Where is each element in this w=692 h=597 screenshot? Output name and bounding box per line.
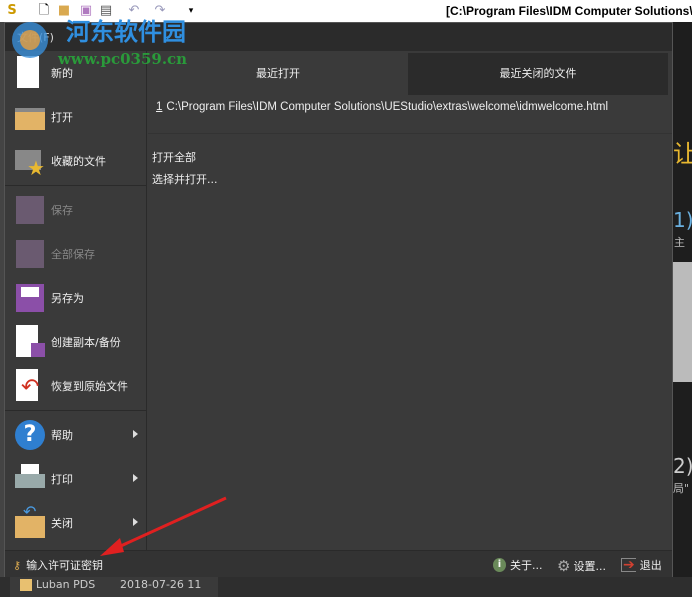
license-key-label: 输入许可证密钥	[26, 559, 104, 572]
title-bar: S 🗋 ■ ▣ ▤ ↶ ↷ ▾ [C:\Program Files\IDM Co…	[0, 0, 692, 22]
menu-footer: ⚷ 输入许可证密钥 i 关于... ⚙ 设置... ➔ 退出	[5, 550, 672, 577]
settings-label: 设置...	[573, 560, 606, 573]
sidebar-item-favorites[interactable]: ★ 收藏的文件	[5, 139, 146, 183]
print-icon[interactable]: ▤	[98, 3, 114, 19]
sidebar-item-label: 打印	[51, 473, 73, 486]
exit-label: 退出	[639, 559, 662, 572]
exit-button[interactable]: ➔ 退出	[621, 557, 662, 573]
sidebar-item-save-all[interactable]: 全部保存	[5, 232, 146, 276]
recent-file-item[interactable]: 1 C:\Program Files\IDM Computer Solutions…	[156, 101, 608, 113]
select-open-link[interactable]: 选择并打开...	[152, 171, 218, 187]
tab-recent-closed[interactable]: 最近关闭的文件	[408, 53, 668, 95]
divider	[148, 133, 672, 134]
file-list: Luban PDS 2018-07-26 11	[0, 577, 692, 597]
close-folder-icon: ↶	[13, 502, 47, 540]
menu-sidebar: 新的 打开 ★ 收藏的文件 保存 全部保存 另存为 创建副本/备份 ↶ 恢复到原始文…	[5, 51, 147, 551]
sidebar-item-revert[interactable]: ↶ 恢复到原始文件	[5, 364, 146, 408]
customize-toolbar-icon[interactable]: ▾	[186, 3, 196, 19]
settings-button[interactable]: ⚙ 设置...	[557, 557, 606, 575]
sidebar-item-label: 保存	[51, 204, 73, 217]
sidebar-item-label: 关闭	[51, 517, 73, 530]
window-title: [C:\Program Files\IDM Computer Solutions…	[446, 4, 692, 18]
editor-image	[673, 262, 692, 382]
sidebar-item-label: 帮助	[51, 429, 73, 442]
sidebar-item-save[interactable]: 保存	[5, 188, 146, 232]
editor-background: 让 1) "主 2) 局"	[673, 22, 692, 577]
submenu-arrow-icon	[133, 474, 138, 482]
editor-text: 局"	[673, 482, 690, 495]
sidebar-item-save-as[interactable]: 另存为	[5, 276, 146, 320]
sidebar-item-new[interactable]: 新的	[5, 51, 146, 95]
info-icon: i	[493, 558, 506, 572]
print-icon	[13, 462, 47, 496]
file-list-pane: Luban PDS 2018-07-26 11	[10, 577, 218, 597]
favorites-icon: ★	[13, 144, 47, 180]
save-icon[interactable]: ▣	[78, 3, 94, 19]
editor-text: 2)	[673, 454, 692, 478]
redo-icon[interactable]: ↷	[152, 3, 168, 19]
save-as-icon	[13, 281, 47, 315]
about-button[interactable]: i 关于...	[493, 557, 543, 573]
folder-icon	[20, 579, 32, 591]
open-folder-icon	[13, 100, 47, 134]
file-date: 2018-07-26 11	[120, 578, 202, 591]
undo-icon[interactable]: ↶	[126, 3, 142, 19]
gear-icon: ⚙	[557, 557, 571, 575]
sidebar-item-backup[interactable]: 创建副本/备份	[5, 320, 146, 364]
sidebar-item-label: 恢复到原始文件	[51, 380, 128, 393]
submenu-arrow-icon	[133, 430, 138, 438]
new-file-icon	[13, 56, 47, 90]
sidebar-item-close[interactable]: ↶ 关闭	[5, 501, 146, 545]
sidebar-item-label: 收藏的文件	[51, 155, 106, 168]
recent-file-path: C:\Program Files\IDM Computer Solutions\…	[166, 101, 609, 113]
save-all-icon	[13, 237, 47, 271]
editor-text: 1)	[673, 208, 692, 232]
revert-icon: ↶	[13, 369, 47, 403]
divider	[5, 185, 146, 186]
sidebar-item-label: 打开	[51, 111, 73, 124]
app-logo-icon[interactable]: S	[4, 3, 20, 19]
exit-icon: ➔	[621, 557, 636, 573]
key-icon: ⚷	[13, 558, 22, 572]
open-all-link[interactable]: 打开全部	[152, 149, 196, 165]
editor-text: 让	[673, 140, 692, 168]
sidebar-item-label: 创建副本/备份	[51, 336, 121, 349]
sidebar-item-label: 新的	[51, 67, 73, 80]
submenu-arrow-icon	[133, 518, 138, 526]
backup-icon	[13, 325, 47, 359]
about-label: 关于...	[510, 559, 543, 572]
sidebar-item-label: 全部保存	[51, 248, 95, 261]
file-menu: 文件(F) 新的 打开 ★ 收藏的文件 保存 全部保存 另存为 创建副本/备份 ↶…	[4, 22, 673, 577]
sidebar-item-label: 另存为	[51, 292, 84, 305]
new-file-icon[interactable]: 🗋	[36, 3, 52, 19]
editor-text: "主	[673, 236, 686, 249]
open-folder-icon[interactable]: ■	[56, 3, 72, 19]
help-icon: ?	[13, 418, 47, 452]
save-icon	[13, 193, 47, 227]
menu-header: 文件(F)	[5, 23, 672, 51]
tab-recent-opened[interactable]: 最近打开	[148, 53, 408, 95]
file-name[interactable]: Luban PDS	[36, 578, 95, 591]
license-key-button[interactable]: ⚷ 输入许可证密钥	[13, 557, 103, 573]
sidebar-item-print[interactable]: 打印	[5, 457, 146, 501]
sidebar-item-open[interactable]: 打开	[5, 95, 146, 139]
sidebar-item-help[interactable]: ? 帮助	[5, 413, 146, 457]
menu-content: 最近打开 最近关闭的文件 1 C:\Program Files\IDM Compu…	[148, 51, 672, 551]
divider	[5, 410, 146, 411]
recent-file-number: 1	[156, 101, 163, 113]
file-tab[interactable]: 文件(F)	[17, 29, 54, 45]
